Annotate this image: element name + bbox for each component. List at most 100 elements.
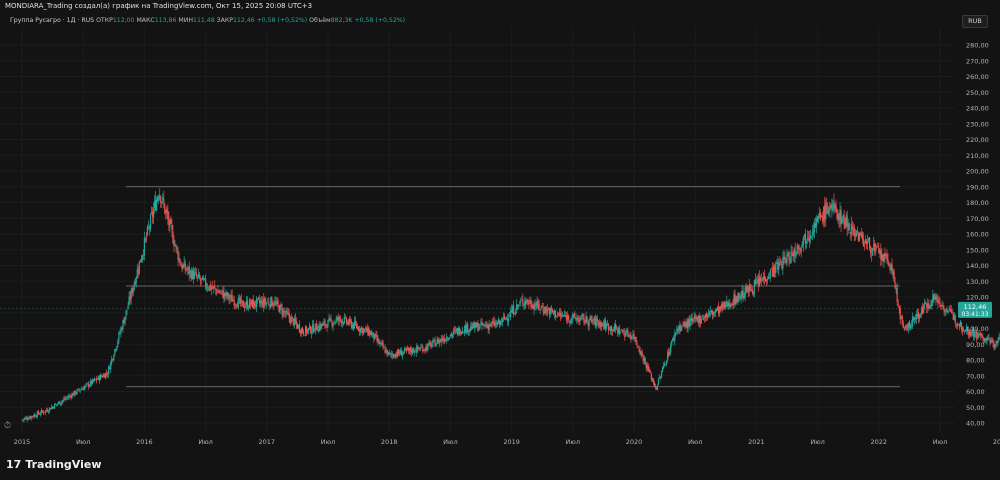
candle-body [620, 331, 622, 333]
candle-body [41, 410, 43, 412]
candle-body [662, 365, 665, 369]
candle-body [74, 390, 76, 395]
candle-body [170, 217, 172, 224]
candle-body [420, 347, 422, 349]
candle-body [661, 367, 664, 372]
price-tick-label: 210,00 [966, 152, 989, 160]
candle-body [94, 379, 97, 380]
price-tick-label: 160,00 [966, 231, 989, 239]
candle-body [156, 199, 158, 211]
price-chart[interactable]: 40,0050,0060,0070,0080,0090,00100,00110,… [0, 0, 1000, 480]
timezone-icon[interactable]: ⏱ [4, 421, 11, 431]
candle-body [666, 361, 668, 364]
candle-body [136, 269, 138, 279]
candle-body [461, 331, 463, 334]
candle-body [171, 224, 173, 230]
candle-body [79, 390, 81, 392]
candle-body [160, 196, 162, 203]
candle-body [974, 334, 976, 338]
candle-body [820, 212, 822, 219]
time-tick-label: 2023 [993, 438, 1000, 446]
candle-body [118, 332, 120, 341]
candle-body [146, 226, 149, 236]
candle-body [600, 322, 602, 327]
time-tick-label: Июл [321, 438, 336, 446]
candle-body [452, 330, 455, 335]
candle-body [143, 238, 145, 256]
price-tick-label: 180,00 [966, 199, 989, 207]
candle-body [375, 334, 377, 336]
candle-body [115, 349, 117, 350]
candle-body [314, 331, 316, 333]
candle-body [332, 323, 334, 327]
candle-body [214, 285, 216, 288]
price-tick-label: 150,00 [966, 246, 989, 254]
candle-body [855, 231, 857, 237]
time-tick-label: Июл [566, 438, 581, 446]
candle-body [80, 389, 82, 391]
candle-body [538, 303, 540, 309]
candle-body [268, 302, 270, 305]
candle-body [322, 323, 324, 326]
candle-body [73, 391, 75, 396]
time-tick-label: Июл [198, 438, 213, 446]
candle-body [653, 382, 655, 387]
symbol-legend[interactable]: Группа Русагро · 1Д · RUS ОТКР112,00 МАК… [10, 17, 405, 24]
candle-body [906, 328, 908, 330]
time-tick-label: 2017 [259, 438, 276, 446]
candle-body [986, 337, 988, 342]
price-tick-label: 260,00 [966, 73, 989, 81]
price-tick-label: 270,00 [966, 57, 989, 65]
candle-body [244, 306, 246, 307]
candle-body [344, 316, 346, 318]
price-tick-label: 60,00 [966, 388, 985, 396]
time-tick-label: Июл [688, 438, 703, 446]
candle-body [27, 419, 29, 420]
candle-body [700, 319, 702, 324]
candle-body [925, 303, 927, 304]
candle-body [788, 251, 790, 261]
candle-body [126, 309, 128, 311]
volume-value: 882,3K [330, 17, 353, 24]
candle-body [947, 311, 949, 314]
currency-button[interactable]: RUB [962, 15, 988, 28]
candle-body [458, 327, 461, 335]
candle-body [104, 374, 106, 378]
candle-body [931, 300, 933, 307]
candle-body [791, 251, 793, 253]
price-tick-label: 230,00 [966, 120, 989, 128]
candle-body [863, 244, 866, 246]
candle-body [175, 244, 177, 247]
price-tick-label: 250,00 [966, 89, 989, 97]
candle-body [902, 324, 904, 328]
candle-body [330, 318, 332, 321]
candle-body [78, 389, 80, 391]
candle-body [302, 331, 305, 335]
candle-body [100, 375, 103, 377]
time-axis[interactable]: 2015 Июл 2016 Июл 2017 Июл 2018 Июл 2019 Июл 2020 И… [14, 438, 1000, 446]
candle-body [447, 339, 449, 341]
price-tick-label: 100,00 [966, 325, 989, 333]
candle-body [586, 316, 588, 322]
candle-body [194, 272, 196, 273]
candle-body [982, 337, 984, 338]
candle-body [754, 279, 756, 285]
candle-body [556, 314, 559, 316]
candle-body [848, 223, 850, 230]
candle-body [641, 351, 643, 356]
candle-body [71, 393, 73, 399]
candle-body [795, 254, 797, 256]
candle-body [233, 299, 235, 306]
candle-body [797, 245, 799, 248]
candle-body [37, 411, 39, 414]
candle-body [382, 342, 384, 348]
time-tick-label: 2022 [871, 438, 888, 446]
price-axis[interactable]: 40,0050,0060,0070,0080,0090,00100,00110,… [966, 42, 989, 428]
candle-body [596, 317, 598, 323]
candle-body [246, 300, 249, 309]
candle-body [800, 248, 802, 252]
tradingview-logo-icon: 17 [6, 458, 22, 471]
price-tick-label: 200,00 [966, 168, 989, 176]
candle-body [843, 215, 845, 222]
open-value: 112,00 [112, 17, 135, 24]
